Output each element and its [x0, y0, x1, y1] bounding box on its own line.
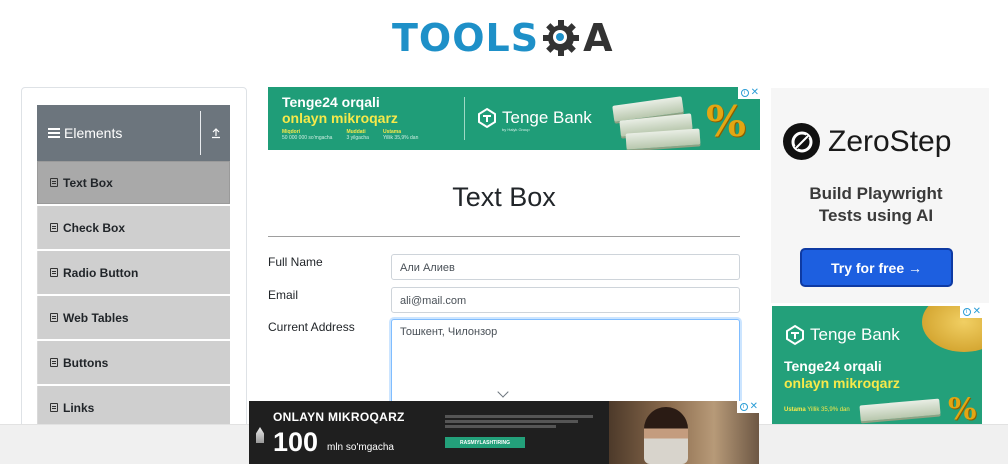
ad-divider [464, 97, 465, 140]
bottom-sticky-ad[interactable]: ONLAYN MIKROQARZ 100 mln so'mgacha RASMI… [249, 401, 759, 464]
ad-headline-line2: onlayn mikroqarz [282, 110, 398, 126]
page: TOOLS A Elements Text Box Check Box Radi… [0, 0, 1008, 464]
ad-headline: Tenge24 orqali onlayn mikroqarz [282, 94, 398, 126]
ad-term-rate: Ustama Yillik 35,9% dan [784, 407, 850, 413]
ad-close-controls[interactable]: i ✕ [738, 87, 760, 99]
ad-terms: Miqdori 50 000 000 so'mgacha Muddati 3 yil… [282, 129, 418, 141]
apply-button[interactable]: RASMIYLASHTIRING [445, 437, 525, 448]
upload-arrow-icon [211, 128, 220, 139]
document-icon [50, 358, 58, 367]
try-for-free-button[interactable]: Try for free → [800, 248, 953, 287]
document-icon [50, 223, 58, 232]
ad-term-amount: Miqdori 50 000 000 so'mgacha [282, 129, 333, 141]
hamburger-icon [48, 128, 60, 138]
tenge-bank-brand: Tenge Bank [784, 324, 900, 346]
full-name-input[interactable]: Али Алиев [391, 254, 740, 280]
document-icon [50, 313, 58, 322]
ad-info-icon[interactable]: i [740, 89, 749, 97]
group-title: Elements [64, 125, 123, 141]
zerostep-tagline-line2: Tests using AI [818, 206, 934, 225]
brand-sub: by Halyk Group [502, 127, 530, 132]
email-label: Email [268, 288, 299, 302]
ad-info-icon[interactable]: i [962, 308, 971, 316]
ad-close-icon[interactable]: ✕ [973, 307, 981, 317]
ad-info-icon[interactable]: i [739, 403, 748, 411]
brand-name: Tenge Bank [810, 325, 900, 344]
ad-fineprint [445, 415, 593, 428]
percent-graphic: % [948, 392, 977, 424]
collapse-toggle[interactable] [200, 111, 230, 155]
logo-text-tools: TOOLS [392, 16, 540, 60]
menu-item-text-box[interactable]: Text Box [37, 161, 230, 204]
banknote-stack-image [859, 398, 941, 422]
menu-item-label: Links [63, 400, 95, 415]
ad-amount: 100 [273, 427, 319, 457]
side-tenge-bank-ad[interactable]: Tenge Bank Tenge24 orqali onlayn mikroqa… [772, 306, 982, 424]
menu-item-check-box[interactable]: Check Box [37, 206, 230, 249]
menu-item-label: Buttons [63, 355, 109, 370]
menu-item-label: Check Box [63, 220, 126, 235]
menu-item-links[interactable]: Links [37, 386, 230, 429]
logo-text-a: A [583, 16, 614, 60]
ad-headline-line1: Tenge24 orqali [784, 358, 882, 374]
menu-item-buttons[interactable]: Buttons [37, 341, 230, 384]
top-banner-ad[interactable]: Tenge24 orqali onlayn mikroqarz Miqdori 5… [268, 87, 760, 150]
bank-logo-icon [256, 427, 264, 443]
elements-group-header[interactable]: Elements [37, 105, 230, 161]
ad-headline: ONLAYN MIKROQARZ [273, 410, 405, 424]
menu-item-label: Text Box [63, 175, 113, 190]
menu-item-label: Radio Button [63, 265, 139, 280]
gear-q-icon [543, 20, 580, 56]
tenge-bank-logo-icon [478, 107, 496, 129]
email-input[interactable]: ali@mail.com [391, 287, 740, 313]
ad-term-rate: Ustama Yillik 35,9% dan [382, 129, 419, 141]
ad-headline: Tenge24 orqali onlayn mikroqarz [784, 358, 900, 392]
zerostep-ad[interactable]: ZeroStep Build Playwright Tests using AI… [771, 88, 989, 303]
current-address-textarea[interactable]: Тошкент, Чилонзор [391, 319, 740, 405]
full-name-label: Full Name [268, 255, 323, 269]
page-title: Text Box [452, 182, 556, 212]
menu-item-label: Web Tables [63, 310, 129, 325]
zerostep-mark-icon [791, 131, 812, 152]
document-icon [50, 403, 58, 412]
person-image [644, 407, 688, 464]
ad-term-duration: Muddati 3 yilgacha [346, 129, 369, 141]
left-panel: Elements Text Box Check Box Radio Button [21, 87, 247, 447]
site-logo[interactable]: TOOLS A [392, 12, 614, 64]
current-address-label: Current Address [268, 320, 355, 334]
ad-close-icon[interactable]: ✕ [750, 402, 758, 412]
zerostep-brand: ZeroStep [783, 123, 951, 160]
ad-close-controls[interactable]: i ✕ [960, 306, 982, 318]
ad-headline-line1: Tenge24 orqali [282, 94, 380, 110]
menu-item-radio-button[interactable]: Radio Button [37, 251, 230, 294]
tenge-bank-brand: Tenge Bank by Halyk Group [476, 107, 592, 132]
ad-amount-unit: mln so'mgacha [327, 442, 394, 453]
menu-item-web-tables[interactable]: Web Tables [37, 296, 230, 339]
tenge-bank-logo-icon [786, 324, 804, 346]
ad-close-icon[interactable]: ✕ [751, 88, 759, 98]
zerostep-logo-icon [783, 123, 820, 160]
ad-close-controls[interactable]: i ✕ [737, 401, 759, 413]
zerostep-tagline-line1: Build Playwright [809, 184, 943, 203]
zerostep-tagline: Build Playwright Tests using AI [771, 183, 981, 227]
document-icon [50, 178, 58, 187]
ad-headline-line2: onlayn mikroqarz [784, 375, 900, 391]
elements-menu: Text Box Check Box Radio Button Web Tabl… [37, 161, 230, 431]
title-divider [268, 236, 740, 237]
zerostep-name: ZeroStep [828, 124, 952, 158]
percent-graphic: % [706, 97, 746, 146]
document-icon [50, 268, 58, 277]
brand-name: Tenge Bank [502, 108, 592, 127]
